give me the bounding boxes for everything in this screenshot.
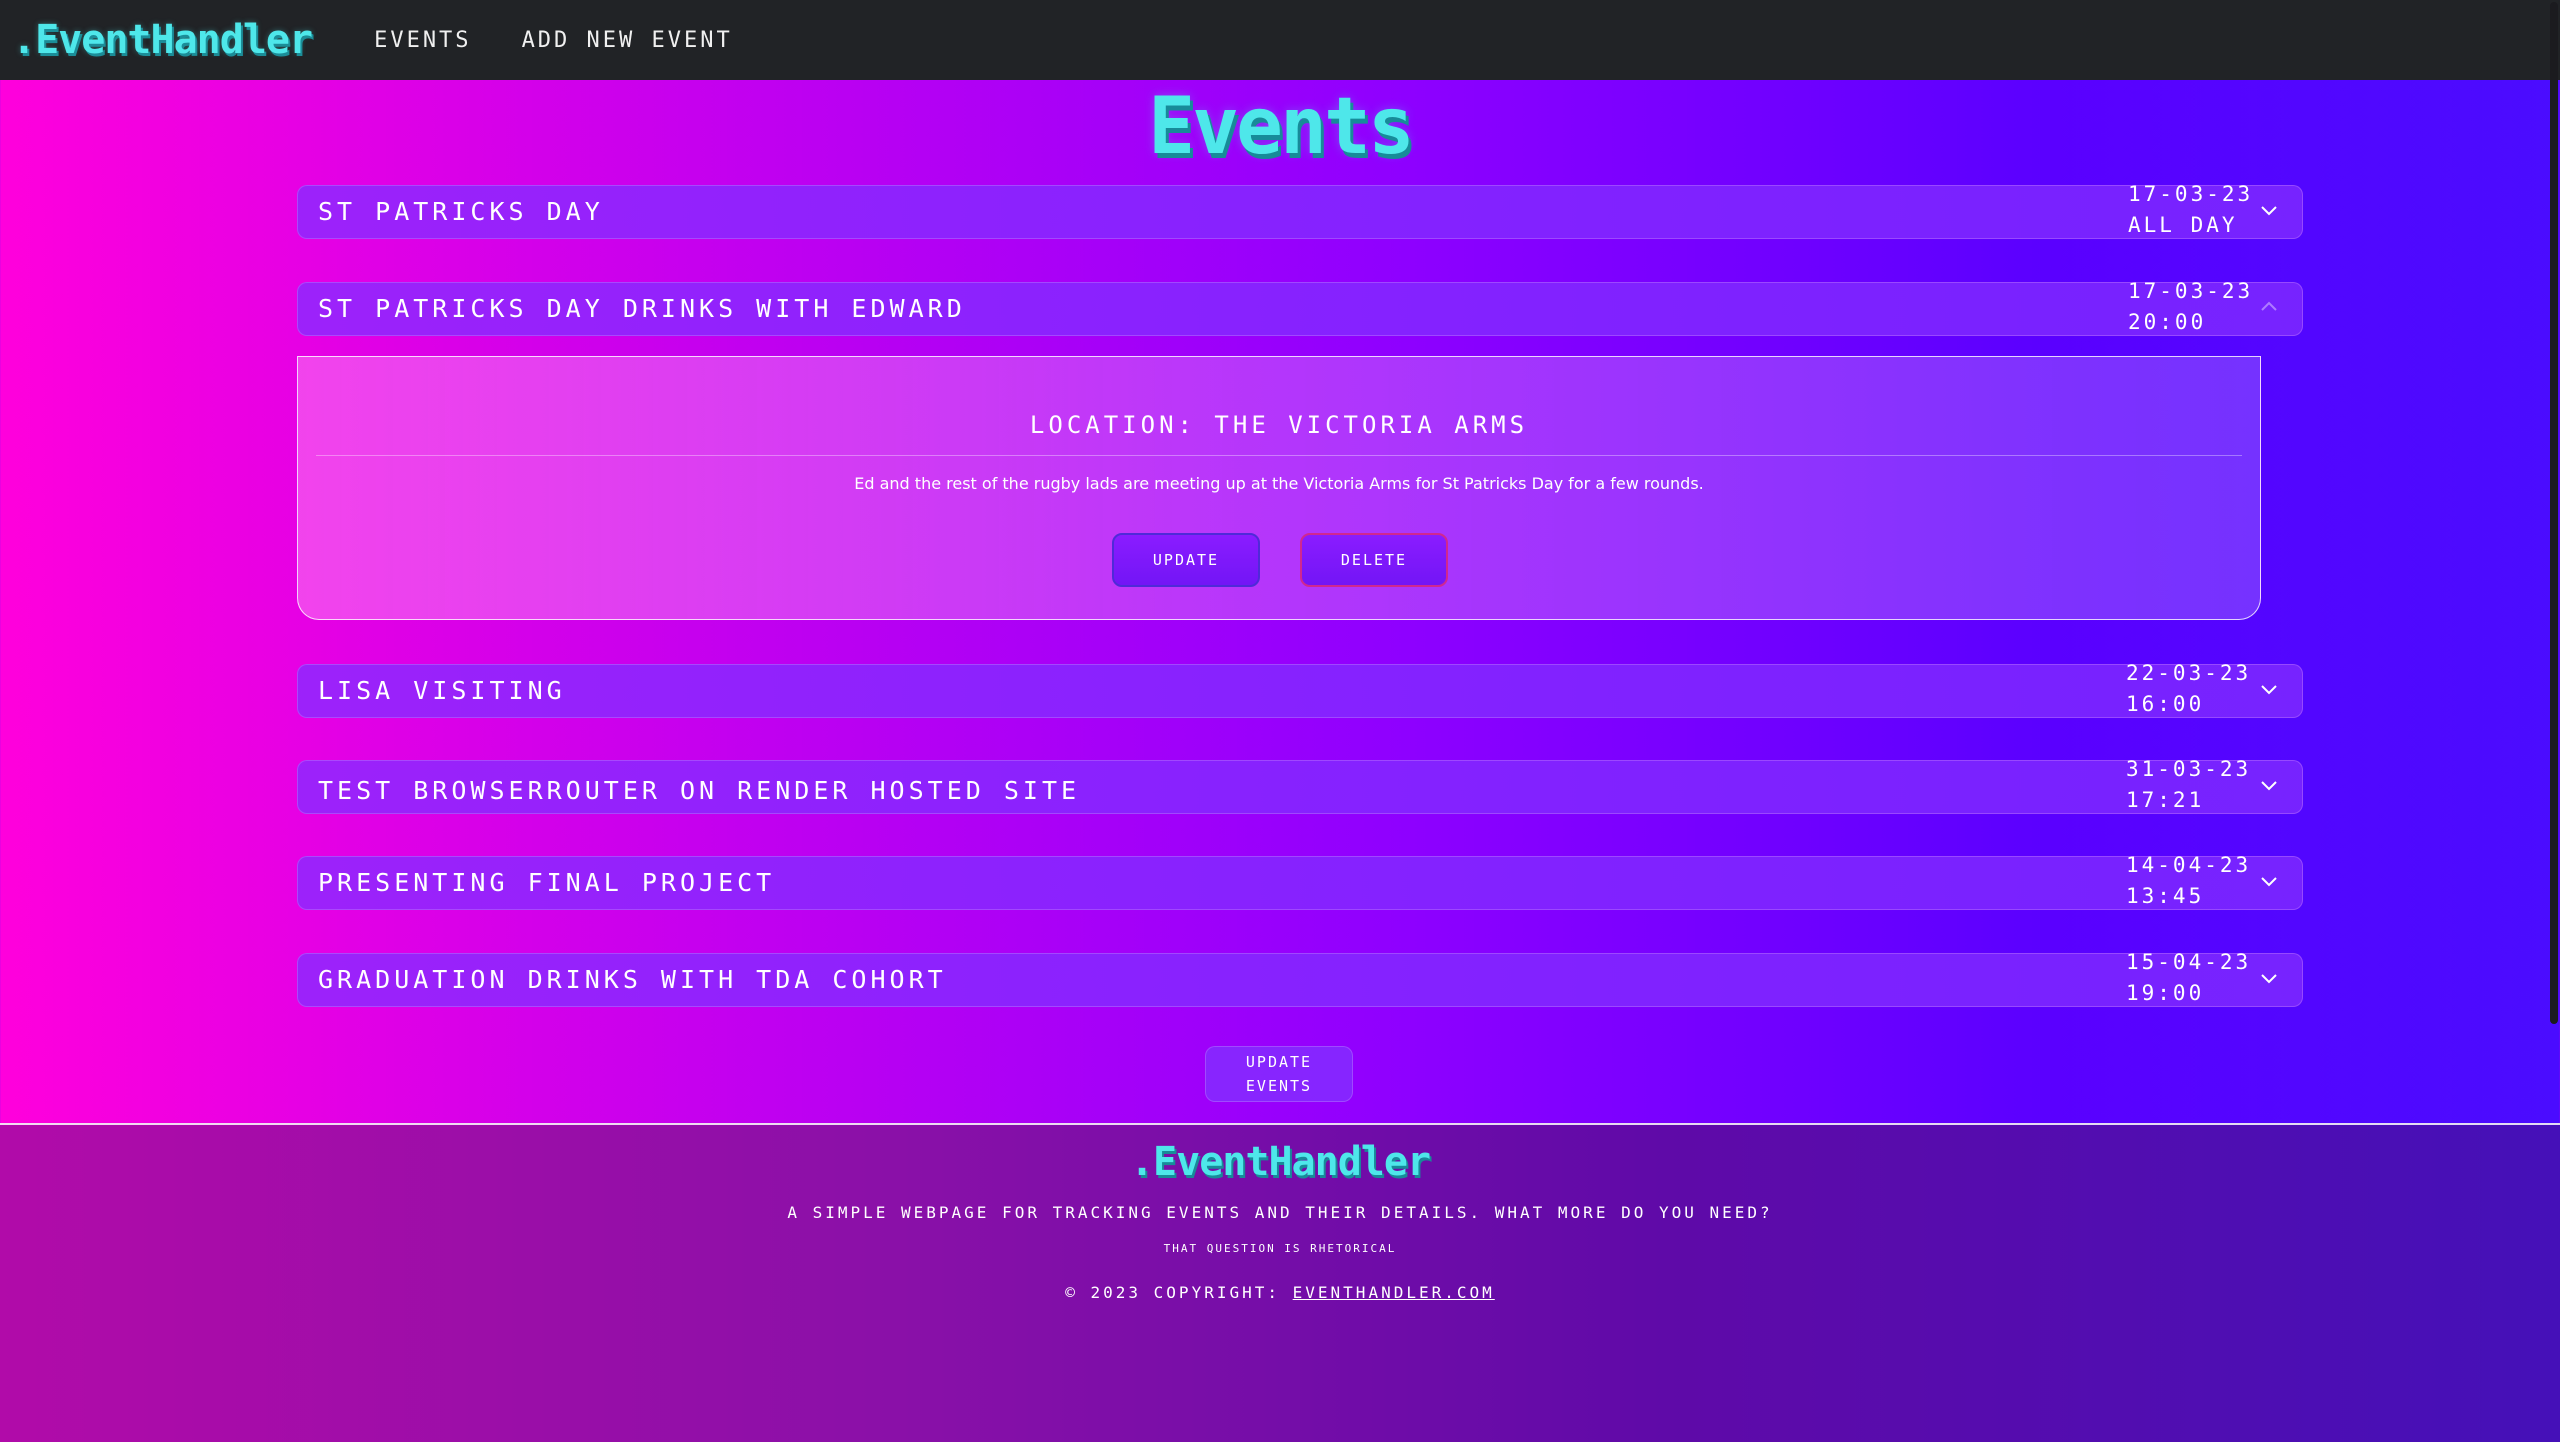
event-date: 17-03-23 (2128, 182, 2254, 206)
scrollbar-thumb[interactable] (2550, 2, 2558, 1024)
brand-logo[interactable]: .EventHandler (12, 17, 313, 63)
divider (316, 455, 2242, 456)
chevron-down-icon[interactable] (2258, 199, 2280, 221)
update-events-label-line2: Events (1245, 1077, 1313, 1095)
update-button[interactable]: Update (1112, 533, 1260, 587)
event-time: 17:21 (2126, 788, 2205, 812)
chevron-down-icon[interactable] (2258, 774, 2280, 796)
event-location: Location: The Victoria Arms (1029, 411, 1529, 439)
footer-copyright: © 2023 Copyright: EventHandler.com (0, 1283, 2560, 1302)
event-title: Graduation Drinks with TDA Cohort (318, 965, 947, 994)
footer-note: That question is rhetorical (1163, 1242, 1397, 1255)
event-row[interactable]: Test BrowserRouter on Render Hosted Site… (297, 757, 2303, 814)
event-date: 15-04-23 (2126, 950, 2252, 974)
event-date: 22-03-23 (2126, 661, 2252, 685)
update-events-button[interactable]: Update Events (1205, 1046, 1353, 1102)
event-date: 17-03-23 (2128, 279, 2254, 303)
event-date: 14-04-23 (2126, 853, 2252, 877)
event-details-card: Location: The Victoria Arms Ed and the r… (297, 356, 2261, 620)
event-title: St Patricks Day (318, 197, 604, 226)
nav-link-add-new-event[interactable]: Add New Event (522, 28, 733, 53)
copyright-text: © 2023 Copyright: (1065, 1283, 1280, 1302)
event-row[interactable]: Presenting Final Project 14-04-23 13:45 (297, 853, 2303, 910)
event-title: Test BrowserRouter on Render Hosted Site (318, 776, 1081, 805)
footer-brand-logo: .EventHandler (1129, 1139, 1431, 1185)
delete-button[interactable]: Delete (1300, 533, 1448, 587)
event-time: 16:00 (2126, 692, 2205, 716)
event-title: St Patricks Day Drinks with Edward (318, 294, 966, 323)
event-time: 19:00 (2126, 981, 2205, 1005)
event-row[interactable]: Lisa Visiting 22-03-23 16:00 (297, 661, 2303, 718)
chevron-up-icon[interactable] (2258, 296, 2280, 318)
event-time: All Day (2128, 213, 2238, 237)
event-row[interactable]: Graduation Drinks with TDA Cohort 15-04-… (297, 950, 2303, 1007)
footer-site-link[interactable]: EventHandler.com (1293, 1283, 1495, 1302)
chevron-down-icon[interactable] (2258, 870, 2280, 892)
navbar: .EventHandler Events Add New Event (0, 0, 2560, 80)
chevron-down-icon[interactable] (2258, 967, 2280, 989)
event-time: 20:00 (2128, 310, 2207, 334)
scrollbar[interactable] (2548, 0, 2560, 1440)
footer: .EventHandler A simple webpage for track… (0, 1123, 2560, 1442)
event-time: 13:45 (2126, 884, 2205, 908)
update-events-label-line1: Update (1245, 1053, 1313, 1071)
event-title: Lisa Visiting (318, 676, 566, 705)
footer-tagline: A simple webpage for tracking events and… (787, 1203, 1773, 1222)
event-row[interactable]: St Patricks Day 17-03-23 All Day (297, 182, 2303, 239)
event-description: Ed and the rest of the rugby lads are me… (854, 474, 1704, 493)
event-date: 31-03-23 (2126, 757, 2252, 781)
event-title: Presenting Final Project (318, 868, 776, 897)
chevron-down-icon[interactable] (2258, 678, 2280, 700)
nav-link-events[interactable]: Events (374, 28, 471, 53)
event-row[interactable]: St Patricks Day Drinks with Edward 17-03… (297, 279, 2303, 336)
page-title: Events (1148, 82, 1415, 172)
